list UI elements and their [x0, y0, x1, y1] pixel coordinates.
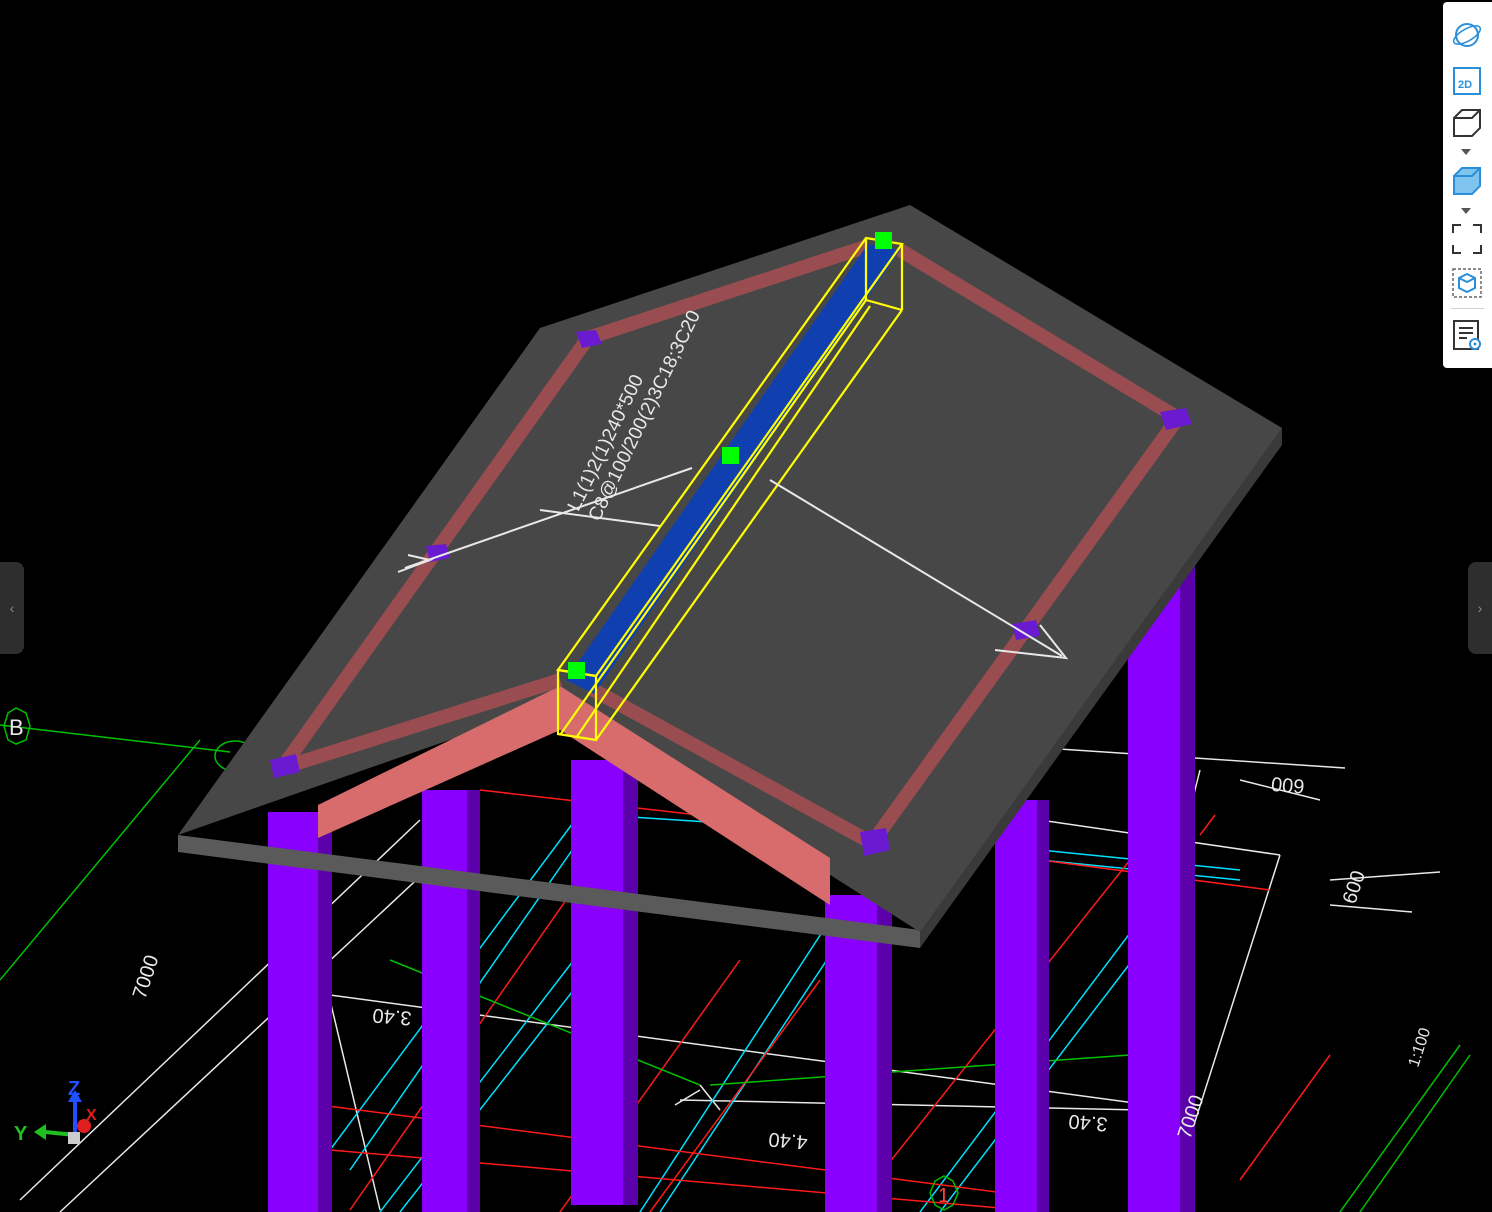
right-panel-toggle[interactable]: › [1468, 562, 1492, 654]
left-panel-toggle[interactable]: ‹ [0, 562, 24, 654]
column-2-side [467, 790, 480, 1212]
dim-7000-left: 7000 [129, 952, 164, 1001]
dim-340-left: 3.40 [372, 1004, 413, 1029]
property-view-button[interactable] [1450, 318, 1484, 352]
dim-600-right: 600 [1339, 868, 1370, 907]
toolbar-separator [1451, 308, 1484, 309]
axis-gizmo: Z Y X [14, 1078, 97, 1145]
column-2[interactable] [422, 790, 467, 1212]
axis-b-label: B [9, 715, 24, 740]
wireframe-cube-icon [1453, 109, 1481, 137]
wireframe-options-caret[interactable] [1461, 149, 1471, 155]
property-view-icon [1453, 320, 1481, 350]
view-toolbar: 2D [1443, 2, 1492, 368]
column-3[interactable] [571, 760, 623, 1205]
fit-view-button[interactable] [1450, 222, 1484, 256]
view-2d-icon: 2D [1453, 67, 1481, 95]
chevron-left-icon: ‹ [9, 600, 15, 616]
3d-viewport[interactable]: L1(1)2(1)240*500 C8@100/200(2)3C18;3C20 … [0, 0, 1492, 1212]
column-6[interactable] [1128, 560, 1180, 1212]
orbit-icon [1452, 23, 1482, 47]
column-3-side [623, 760, 638, 1205]
column-1-side [318, 812, 332, 1212]
column-5-side [1037, 800, 1049, 1212]
axis-y-label: Y [14, 1123, 28, 1145]
grip-end[interactable] [875, 232, 892, 249]
fit-view-icon [1452, 224, 1482, 254]
selection-box-button[interactable] [1450, 266, 1484, 300]
column-1[interactable] [268, 812, 318, 1212]
shaded-cube-icon [1453, 167, 1481, 195]
axis-x-label: X [86, 1107, 97, 1124]
shaded-view-button[interactable] [1450, 164, 1484, 198]
dim-600-upper: 600 [1270, 772, 1305, 797]
roof [178, 205, 1282, 948]
scale-label: 1:100 [1406, 1026, 1435, 1069]
dim-440: 4.40 [768, 1128, 809, 1153]
orbit-button[interactable] [1450, 18, 1484, 52]
dim-340-right: 3.40 [1068, 1110, 1109, 1135]
column-4[interactable] [825, 895, 877, 1212]
svg-text:2D: 2D [1458, 79, 1472, 91]
selection-box-icon [1452, 268, 1482, 298]
chevron-right-icon: › [1477, 600, 1483, 616]
axis-z-label: Z [68, 1078, 80, 1100]
view-2d-button[interactable]: 2D [1450, 64, 1484, 98]
axis-1-label: 1 [938, 1185, 949, 1207]
grip-start[interactable] [568, 662, 585, 679]
grip-mid[interactable] [722, 447, 739, 464]
column-5[interactable] [995, 800, 1037, 1212]
shaded-options-caret[interactable] [1461, 208, 1471, 214]
wireframe-view-button[interactable] [1450, 106, 1484, 140]
